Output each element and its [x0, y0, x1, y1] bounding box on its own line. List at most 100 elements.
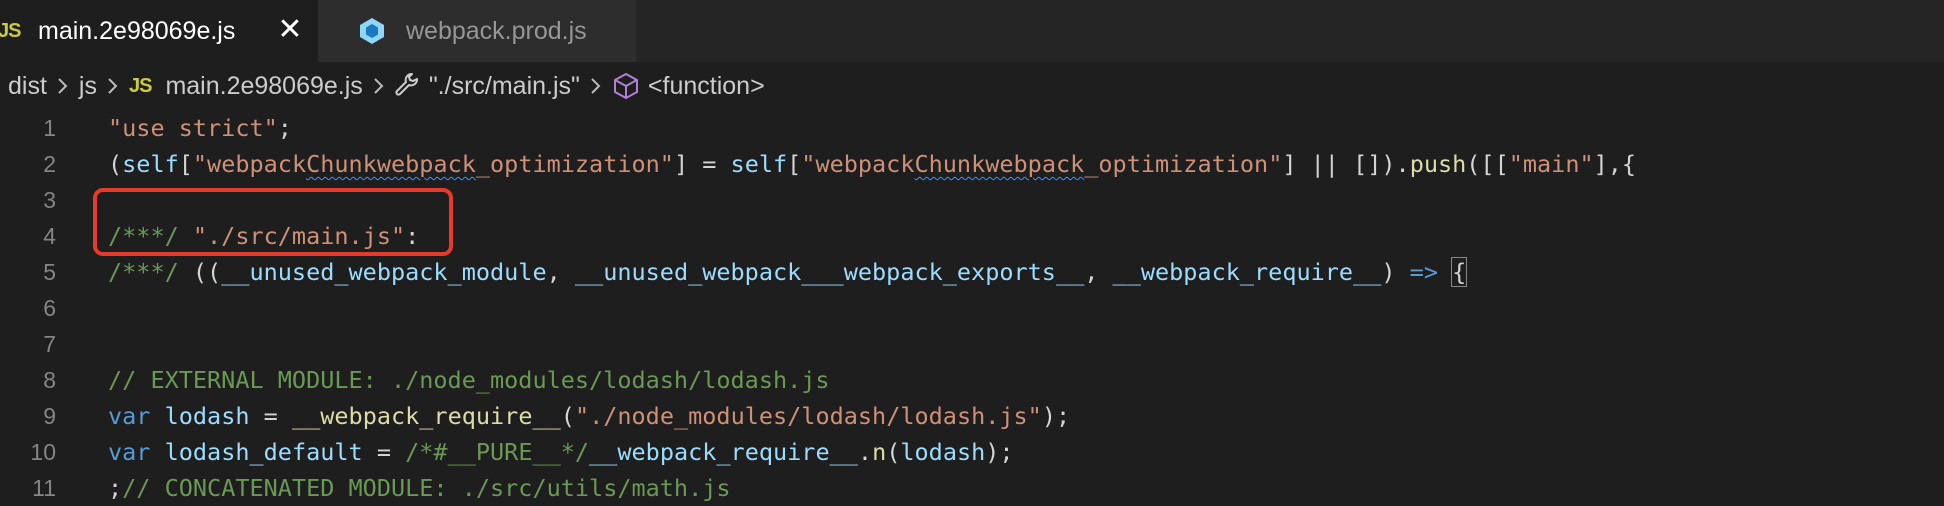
code-token: ([[ — [1466, 150, 1509, 178]
code-token: __unused_webpack_module — [221, 258, 547, 286]
tab-label: main.2e98069e.js — [38, 16, 236, 45]
code-token: ] = — [673, 150, 731, 178]
js-file-icon: JS — [128, 74, 152, 97]
code-token: "webpack — [801, 150, 915, 178]
code-token: /***/ — [108, 258, 193, 286]
code-token: , — [1084, 258, 1113, 286]
line-number: 9 — [43, 402, 56, 429]
code-token: "use strict" — [108, 114, 278, 142]
code-token: = — [249, 402, 292, 430]
code-token: __webpack_require__ — [1112, 258, 1382, 286]
tab-webpack-prod-js[interactable]: webpack.prod.js — [318, 0, 636, 62]
code-token: "webpack — [192, 150, 307, 178]
code-token: var — [108, 438, 151, 466]
breadcrumb-item-js[interactable]: js — [79, 72, 97, 101]
code-text: (self["webpackChunkwebpack_optimization"… — [108, 150, 1636, 178]
breadcrumb-item-dist[interactable]: dist — [8, 72, 47, 101]
line-number: 4 — [43, 222, 56, 249]
line-number: 3 — [43, 186, 56, 213]
code-token: // CONCATENATED MODULE: ./src/utils/math… — [122, 474, 731, 502]
code-token: => — [1409, 258, 1438, 286]
breadcrumb-item-symbol[interactable]: "./src/main.js" — [395, 72, 580, 101]
code-line[interactable]: 1 "use strict"; — [0, 110, 1944, 146]
code-text: var lodash_default = /*#__PURE__*/__webp… — [108, 438, 1014, 466]
js-file-icon: JS — [0, 19, 21, 42]
code-text: /***/ ((__unused_webpack_module, __unuse… — [108, 257, 1468, 287]
code-line[interactable]: 6 — [0, 290, 1944, 326]
code-token: push — [1409, 150, 1467, 178]
close-icon[interactable]: ✕ — [274, 14, 306, 46]
code-token: ; — [108, 474, 123, 502]
code-token: "./node_modules/lodash/lodash.js" — [574, 402, 1042, 430]
code-editor[interactable]: 1 "use strict"; 2 (self["webpackChunkwebpac… — [0, 110, 1944, 504]
wrench-icon — [395, 73, 421, 99]
code-line[interactable]: 5 /***/ ((__unused_webpack_module, __unus… — [0, 254, 1944, 290]
chevron-right-icon — [107, 76, 119, 96]
code-token: __webpack_require__ — [291, 402, 561, 430]
line-number: 5 — [43, 258, 56, 285]
code-token: /*#__PURE__*/ — [405, 438, 590, 466]
line-number: 8 — [43, 366, 56, 393]
code-token: ( — [108, 150, 123, 178]
code-token: var — [108, 402, 151, 430]
line-number: 1 — [43, 114, 56, 141]
code-token: n — [872, 438, 887, 466]
breadcrumb-function-label: <function> — [647, 71, 765, 100]
breadcrumb-item-file[interactable]: JS main.2e98069e.js — [129, 72, 363, 101]
code-token: [ — [178, 150, 193, 178]
line-number: 11 — [32, 474, 56, 501]
breadcrumb: dist js JS main.2e98069e.js "./src/main.… — [0, 62, 1944, 110]
code-token: self — [122, 150, 179, 178]
line-number: 10 — [30, 438, 56, 465]
cube-icon — [612, 72, 640, 100]
code-token: . — [857, 438, 873, 466]
tab-bar: JS main.2e98069e.js ✕ webpack.prod.js — [0, 0, 1944, 62]
code-token: __unused_webpack___webpack_exports__ — [574, 258, 1085, 286]
code-line[interactable]: 7 — [0, 326, 1944, 362]
code-text: ;// CONCATENATED MODULE: ./src/utils/mat… — [108, 474, 731, 502]
code-line[interactable]: 11 ;// CONCATENATED MODULE: ./src/utils/m… — [0, 470, 1944, 506]
code-token: Chunkwebpack — [306, 150, 476, 178]
code-line[interactable]: 9 var lodash = __webpack_require__("./nod… — [0, 398, 1944, 434]
code-token: ) — [1381, 258, 1410, 286]
chevron-right-icon — [57, 76, 69, 96]
breadcrumb-item-function[interactable]: <function> — [612, 72, 765, 101]
code-token: // EXTERNAL MODULE: ./node_modules/lodas… — [108, 366, 830, 394]
code-token: __webpack_require__ — [589, 438, 858, 466]
code-text: var lodash = __webpack_require__("./node… — [108, 402, 1070, 430]
code-token: ( — [886, 438, 901, 466]
code-token: ],{ — [1593, 150, 1637, 178]
code-token: Chunkwebpack — [914, 150, 1085, 178]
code-text: // EXTERNAL MODULE: ./node_modules/lodas… — [108, 366, 830, 394]
code-token: ( — [560, 402, 575, 430]
code-token: _optimization" — [475, 150, 674, 178]
code-token: lodash_default — [164, 438, 363, 466]
code-line[interactable]: 2 (self["webpackChunkwebpack_optimization… — [0, 146, 1944, 182]
code-token: ); — [985, 438, 1014, 466]
code-token: ; — [277, 114, 292, 142]
line-number: 2 — [43, 150, 56, 177]
code-token: lodash — [900, 438, 986, 466]
tab-main-js[interactable]: JS main.2e98069e.js ✕ — [0, 0, 318, 62]
line-number: 6 — [43, 294, 56, 321]
webpack-icon — [358, 17, 386, 45]
code-token: lodash — [164, 402, 250, 430]
code-line[interactable]: 8 // EXTERNAL MODULE: ./node_modules/loda… — [0, 362, 1944, 398]
code-token: ] || []). — [1282, 150, 1410, 178]
code-token: [ — [787, 150, 802, 178]
code-token: self — [730, 150, 788, 178]
tab-label: webpack.prod.js — [406, 16, 587, 45]
chevron-right-icon — [373, 76, 385, 96]
code-token: "main" — [1508, 150, 1594, 178]
code-token: , — [546, 258, 575, 286]
highlight-annotation-box — [93, 188, 453, 256]
code-token: = — [362, 438, 406, 466]
line-number: 7 — [43, 330, 56, 357]
breadcrumb-file-label: main.2e98069e.js — [165, 71, 363, 100]
code-token: _optimization" — [1084, 150, 1283, 178]
code-token: { — [1451, 257, 1468, 287]
code-token: ); — [1041, 402, 1071, 430]
code-line[interactable]: 10 var lodash_default = /*#__PURE__*/__we… — [0, 434, 1944, 470]
